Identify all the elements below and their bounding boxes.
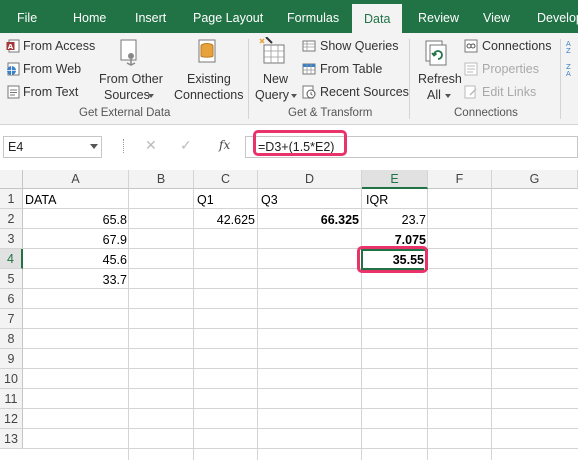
group-label-connections: Connections [454, 107, 518, 119]
tab-insert[interactable]: Insert [135, 0, 166, 33]
recent-sources-button[interactable]: Recent Sources [320, 84, 409, 100]
column-header-g[interactable]: G [492, 170, 578, 189]
cell-d1[interactable]: Q3 [261, 190, 361, 210]
existing-connections-label-2[interactable]: Connections [174, 88, 244, 103]
row-header-4[interactable]: 4 [0, 249, 23, 269]
cell-a4[interactable]: 45.6 [25, 250, 127, 270]
cell-a2[interactable]: 65.8 [25, 210, 127, 230]
chevron-down-icon [291, 94, 297, 98]
from-other-sources-label-2[interactable]: Sources [104, 88, 150, 103]
cell-c2[interactable]: 42.625 [194, 210, 255, 230]
tab-data[interactable]: Data [352, 4, 403, 33]
row-header-7[interactable]: 7 [0, 309, 23, 329]
from-access-button[interactable]: From Access [23, 38, 95, 54]
row-header-2[interactable]: 2 [0, 209, 23, 229]
row-header-6[interactable]: 6 [0, 289, 23, 309]
tab-file[interactable]: File [17, 0, 37, 33]
ribbon-tab-bar: File Home Insert Page Layout Formulas Da… [0, 0, 578, 33]
refresh-all-label-1[interactable]: Refresh [418, 72, 462, 87]
connections-button[interactable]: Connections [482, 38, 552, 54]
ribbon: A From Access From Web From Text From Ot… [0, 33, 578, 125]
cell-a3[interactable]: 67.9 [25, 230, 127, 250]
show-queries-button[interactable]: Show Queries [320, 38, 399, 54]
row-header-9[interactable]: 9 [0, 349, 23, 369]
row-header-8[interactable]: 8 [0, 329, 23, 349]
from-other-sources-label-1[interactable]: From Other [99, 72, 163, 87]
new-query-label-2[interactable]: Query [255, 88, 289, 103]
row-header-5[interactable]: 5 [0, 269, 23, 289]
text-file-icon [7, 85, 20, 99]
column-header-d[interactable]: D [258, 170, 362, 189]
cancel-icon[interactable]: ✕ [145, 137, 157, 154]
from-text-button[interactable]: From Text [23, 84, 78, 100]
web-globe-icon [7, 62, 20, 76]
row-header-1[interactable]: 1 [0, 189, 23, 209]
refresh-all-label-2[interactable]: All [427, 88, 441, 103]
group-label-get-external-data: Get External Data [79, 107, 171, 119]
column-header-f[interactable]: F [428, 170, 492, 189]
cell-e2[interactable]: 23.7 [362, 210, 426, 230]
formula-highlight-box [253, 130, 347, 156]
tab-page-layout[interactable]: Page Layout [193, 0, 263, 33]
tab-view[interactable]: View [483, 0, 510, 33]
insert-function-icon[interactable]: fx [219, 138, 230, 152]
show-queries-icon [302, 40, 316, 52]
refresh-all-icon [425, 40, 447, 66]
group-separator [409, 39, 410, 119]
cell-a5[interactable]: 33.7 [25, 270, 127, 290]
new-query-icon [259, 37, 285, 64]
cell-c1[interactable]: Q1 [197, 190, 257, 210]
column-header-b[interactable]: B [129, 170, 194, 189]
tab-home[interactable]: Home [73, 0, 106, 33]
cell-e1[interactable]: IQR [366, 190, 426, 210]
from-web-button[interactable]: From Web [23, 61, 81, 77]
cell-d2[interactable]: 66.325 [258, 210, 359, 230]
from-table-button[interactable]: From Table [320, 61, 382, 77]
column-header-e[interactable]: E [362, 170, 428, 189]
tab-developer[interactable]: Develop [537, 0, 578, 33]
row-header-10[interactable]: 10 [0, 369, 23, 389]
edit-links-icon [464, 85, 477, 99]
row-header-11[interactable]: 11 [0, 389, 23, 409]
svg-text:A: A [8, 43, 14, 51]
row-header-12[interactable]: 12 [0, 409, 23, 429]
access-database-icon: A [6, 39, 20, 53]
recent-sources-icon [302, 85, 316, 99]
existing-connections-icon [198, 39, 216, 63]
chevron-down-icon [148, 94, 154, 98]
edit-links-button[interactable]: Edit Links [482, 84, 536, 100]
other-sources-icon [120, 39, 137, 66]
new-query-label-1[interactable]: New [263, 72, 288, 87]
row-header-13[interactable]: 13 [0, 429, 23, 449]
chevron-down-icon [445, 94, 451, 98]
group-label-get-transform: Get & Transform [288, 107, 373, 119]
enter-check-icon[interactable]: ✓ [180, 137, 192, 154]
tab-review[interactable]: Review [418, 0, 459, 33]
connections-icon [464, 39, 478, 53]
svg-text:Z: Z [566, 47, 571, 53]
properties-button[interactable]: Properties [482, 61, 539, 77]
cell-a1[interactable]: DATA [25, 190, 127, 210]
group-separator [560, 39, 561, 119]
chevron-down-icon[interactable] [90, 144, 98, 149]
svg-text:A: A [566, 70, 571, 76]
group-separator [248, 39, 249, 119]
row-header-3[interactable]: 3 [0, 229, 23, 249]
existing-connections-label-1[interactable]: Existing [187, 72, 231, 87]
sort-icon: Z A [566, 63, 571, 76]
formula-bar-divider [123, 139, 125, 153]
properties-icon [464, 62, 478, 76]
select-all-corner[interactable] [0, 170, 23, 189]
sort-icon: A Z [566, 40, 571, 53]
name-box[interactable]: E4 [3, 136, 102, 158]
column-header-a[interactable]: A [23, 170, 129, 189]
table-icon [302, 63, 316, 75]
tab-formulas[interactable]: Formulas [287, 0, 339, 33]
cell-highlight-box [357, 246, 428, 273]
formula-bar: E4 ✕ ✓ fx =D3+(1.5*E2) [0, 126, 578, 168]
column-header-c[interactable]: C [194, 170, 258, 189]
